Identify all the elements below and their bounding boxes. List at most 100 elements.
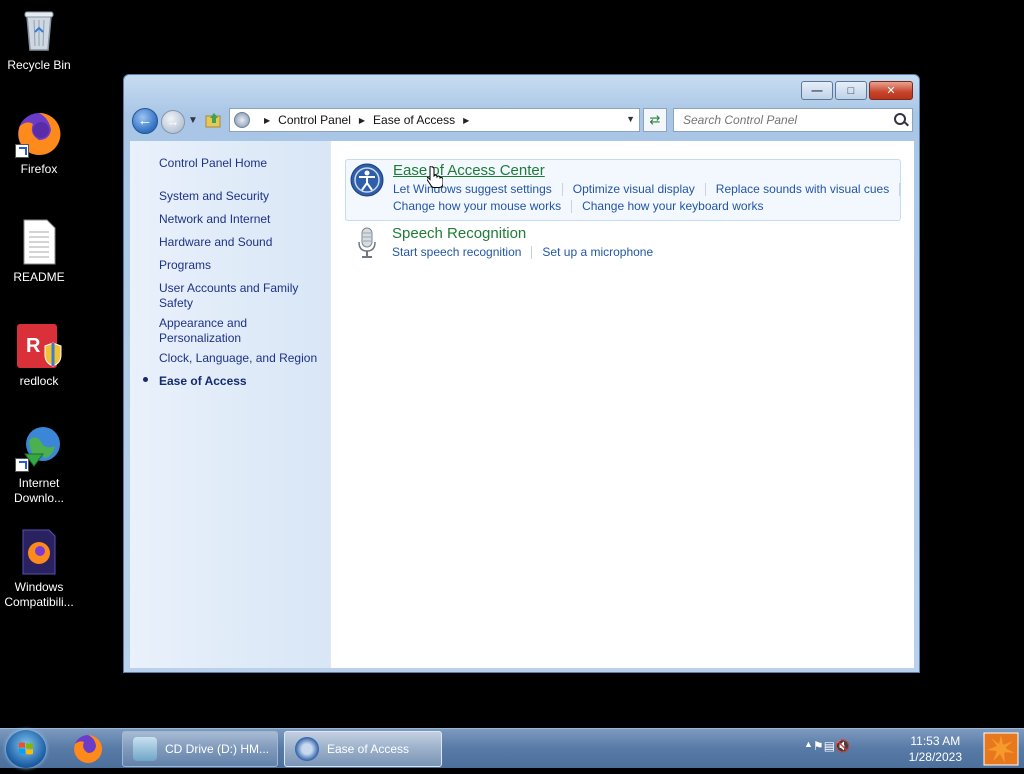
ease-of-access-links-row1: Let Windows suggest settings Optimize vis… bbox=[393, 182, 910, 197]
desktop-icon-recycle-bin[interactable]: Recycle Bin bbox=[0, 6, 78, 73]
left-navigation-pane: Control Panel Home System and Security N… bbox=[130, 141, 331, 668]
refresh-icon: ⇄ bbox=[649, 112, 661, 127]
cd-drive-icon bbox=[133, 737, 157, 761]
user-picture-flower-icon[interactable] bbox=[978, 729, 1024, 769]
taskbar-button-ease-of-access[interactable]: Ease of Access bbox=[284, 731, 442, 767]
ease-of-access-center-link[interactable]: Ease of Access Center bbox=[393, 162, 545, 179]
address-bar[interactable]: ▶ Control Panel ▶ Ease of Access ▶ ▼ bbox=[229, 108, 640, 132]
breadcrumb-separator-icon[interactable]: ▶ bbox=[264, 116, 270, 125]
start-speech-recognition-link[interactable]: Start speech recognition bbox=[392, 245, 521, 259]
back-arrow-icon: ← bbox=[137, 112, 153, 129]
desktop-icon-label: Internet Downlo... bbox=[13, 476, 65, 505]
close-button[interactable]: ✕ bbox=[869, 81, 913, 100]
start-button[interactable] bbox=[6, 730, 46, 768]
divider bbox=[704, 183, 706, 197]
taskbar-button-cd-drive[interactable]: CD Drive (D:) HM... bbox=[122, 731, 278, 767]
text-file-icon bbox=[15, 218, 63, 266]
divider bbox=[571, 200, 573, 214]
desktop-icon-readme[interactable]: README bbox=[0, 218, 78, 285]
system-tray: ▲ ⚑ ▤ 🔇 bbox=[804, 739, 850, 753]
taskbar-firefox-icon[interactable] bbox=[72, 733, 104, 765]
breadcrumb-separator-icon[interactable]: ▶ bbox=[359, 116, 365, 125]
clock-date: 1/28/2023 bbox=[908, 750, 962, 764]
nav-ease-of-access[interactable]: Ease of Access bbox=[159, 374, 319, 389]
address-dropdown-icon[interactable]: ▼ bbox=[626, 114, 635, 124]
desktop-icon-label: Recycle Bin bbox=[7, 58, 71, 72]
minimize-button[interactable]: — bbox=[801, 81, 833, 100]
svg-text:R: R bbox=[26, 335, 41, 357]
nav-programs[interactable]: Programs bbox=[159, 258, 319, 273]
action-center-flag-icon[interactable]: ⚑ bbox=[813, 739, 824, 753]
close-icon: ✕ bbox=[886, 85, 896, 97]
volume-muted-icon[interactable]: 🔇 bbox=[835, 739, 850, 753]
content-area: Control Panel Home System and Security N… bbox=[130, 141, 914, 668]
maximize-button[interactable]: □ bbox=[835, 81, 867, 100]
nav-appearance-and-personalization[interactable]: Appearance and Personalization bbox=[159, 316, 269, 346]
set-up-microphone-link[interactable]: Set up a microphone bbox=[542, 245, 653, 259]
desktop-icon-internet-download-manager[interactable]: Internet Downlo... bbox=[0, 424, 78, 506]
nav-network-and-internet[interactable]: Network and Internet bbox=[159, 212, 319, 227]
category-speech-recognition: Speech Recognition Start speech recognit… bbox=[345, 223, 901, 285]
globe-download-icon bbox=[15, 424, 63, 472]
taskbar: CD Drive (D:) HM... Ease of Access ▲ ⚑ ▤… bbox=[0, 728, 1024, 768]
replace-sounds-link[interactable]: Replace sounds with visual cues bbox=[716, 182, 889, 196]
nav-clock-language-region[interactable]: Clock, Language, and Region bbox=[159, 351, 319, 366]
windows-logo-icon bbox=[19, 742, 33, 755]
window-caption-buttons: — □ ✕ bbox=[801, 81, 913, 100]
nav-user-accounts[interactable]: User Accounts and Family Safety bbox=[159, 281, 304, 311]
let-windows-suggest-settings-link[interactable]: Let Windows suggest settings bbox=[393, 182, 552, 196]
divider bbox=[899, 183, 901, 197]
up-folder-icon[interactable] bbox=[205, 111, 223, 129]
breadcrumb-ease-of-access[interactable]: Ease of Access bbox=[373, 113, 455, 127]
desktop-icon-label: Windows Compatibili... bbox=[4, 580, 74, 609]
clock[interactable]: 11:53 AM 1/28/2023 bbox=[909, 733, 962, 765]
shortcut-arrow-icon bbox=[15, 458, 29, 472]
breadcrumb-separator-icon[interactable]: ▶ bbox=[463, 116, 469, 125]
navigation-bar: ← → ▼ ▶ Control Panel ▶ Ease of Access ▶… bbox=[132, 107, 913, 135]
desktop-icon-windows-compatibility[interactable]: Windows Compatibili... bbox=[0, 528, 78, 610]
forward-button[interactable]: → bbox=[161, 110, 185, 134]
desktop-icon-redlock[interactable]: R redlock bbox=[0, 322, 78, 389]
divider bbox=[531, 246, 533, 260]
recent-pages-dropdown[interactable]: ▼ bbox=[188, 115, 198, 126]
search-box[interactable] bbox=[673, 108, 913, 132]
ease-of-access-icon[interactable] bbox=[350, 163, 384, 197]
clock-time: 11:53 AM bbox=[910, 734, 961, 748]
network-icon[interactable]: ▤ bbox=[824, 739, 835, 753]
current-page-bullet-icon bbox=[143, 377, 148, 382]
breadcrumb-control-panel[interactable]: Control Panel bbox=[278, 113, 351, 127]
speech-recognition-links: Start speech recognition Set up a microph… bbox=[392, 245, 653, 260]
firefox-icon bbox=[15, 110, 63, 158]
desktop-icon-label: Firefox bbox=[20, 162, 58, 176]
recycle-bin-icon bbox=[15, 6, 63, 54]
speech-recognition-link[interactable]: Speech Recognition bbox=[392, 225, 526, 242]
search-input[interactable] bbox=[681, 112, 885, 128]
nav-control-panel-home[interactable]: Control Panel Home bbox=[159, 156, 319, 171]
taskbar-button-label: Ease of Access bbox=[327, 742, 410, 756]
search-icon[interactable] bbox=[894, 113, 906, 125]
divider bbox=[561, 183, 563, 197]
shortcut-arrow-icon bbox=[15, 144, 29, 158]
ease-of-access-icon bbox=[295, 737, 319, 761]
minimize-icon: — bbox=[811, 84, 823, 97]
optimize-visual-display-link[interactable]: Optimize visual display bbox=[573, 182, 695, 196]
control-panel-window: — □ ✕ ← → ▼ ▶ Control Panel ▶ Ease of Ac… bbox=[123, 74, 920, 673]
control-panel-icon bbox=[234, 112, 250, 128]
firefox-installer-icon bbox=[15, 528, 63, 576]
nav-hardware-and-sound[interactable]: Hardware and Sound bbox=[159, 235, 319, 250]
hand-cursor-icon bbox=[426, 164, 444, 188]
main-pane: Ease of Access Center Let Windows sugges… bbox=[331, 141, 914, 668]
desktop-icon-label: README bbox=[13, 270, 65, 284]
desktop-icon-firefox[interactable]: Firefox bbox=[0, 110, 78, 177]
redlock-app-icon: R bbox=[15, 322, 63, 370]
nav-system-and-security[interactable]: System and Security bbox=[159, 189, 319, 204]
microphone-icon[interactable] bbox=[349, 226, 383, 260]
taskbar-button-label: CD Drive (D:) HM... bbox=[165, 742, 269, 756]
back-button[interactable]: ← bbox=[132, 108, 158, 134]
desktop-icon-label: redlock bbox=[19, 374, 59, 388]
ease-of-access-links-row2: Change how your mouse works Change how yo… bbox=[393, 199, 764, 214]
refresh-button[interactable]: ⇄ bbox=[643, 108, 667, 132]
change-mouse-link[interactable]: Change how your mouse works bbox=[393, 199, 561, 213]
change-keyboard-link[interactable]: Change how your keyboard works bbox=[582, 199, 763, 213]
show-hidden-icons-arrow-icon[interactable]: ▲ bbox=[804, 739, 813, 753]
